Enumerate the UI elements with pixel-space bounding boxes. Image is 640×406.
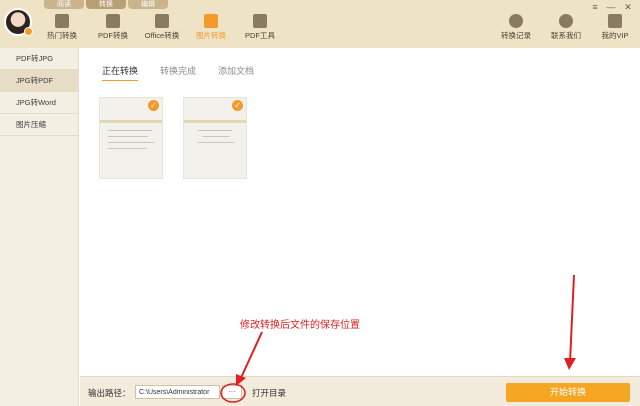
star-icon bbox=[55, 14, 69, 28]
output-path-input[interactable] bbox=[135, 385, 220, 399]
browse-button[interactable]: ··· bbox=[222, 385, 242, 399]
thumb-band bbox=[100, 120, 162, 123]
tool-label: 联系我们 bbox=[551, 31, 581, 40]
tool-history[interactable]: 转换记录 bbox=[491, 14, 541, 46]
file-thumbnail[interactable]: ✓ bbox=[99, 97, 163, 179]
close-icon[interactable]: ✕ bbox=[623, 2, 633, 13]
tool-hot-convert[interactable]: 热门转换 bbox=[37, 14, 87, 46]
tab-converting[interactable]: 正在转换 bbox=[102, 64, 139, 81]
sidebar-item-image-compress[interactable]: 图片压缩 bbox=[0, 114, 78, 136]
main-panel: 正在转换 转换完成 添加文档 ✓ ✓ bbox=[80, 48, 640, 376]
headset-icon bbox=[559, 14, 573, 28]
mode-tabs: 阅读 转换 编辑 bbox=[44, 0, 170, 9]
thumb-line bbox=[198, 130, 232, 131]
file-thumbnail[interactable]: ✓ bbox=[183, 97, 247, 179]
tool-label: PDF工具 bbox=[245, 31, 275, 40]
annotation-text: 修改转换后文件的保存位置 bbox=[240, 320, 360, 331]
tool-label: PDF转换 bbox=[98, 31, 128, 40]
crown-icon bbox=[608, 14, 622, 28]
thumb-line bbox=[108, 130, 152, 131]
tool-vip[interactable]: 我的VIP bbox=[590, 14, 640, 46]
image-icon bbox=[204, 14, 218, 28]
check-icon[interactable]: ✓ bbox=[148, 100, 159, 111]
tab-completed[interactable]: 转换完成 bbox=[160, 64, 196, 81]
tool-label: 图片转换 bbox=[196, 31, 226, 40]
minimize-icon[interactable]: — bbox=[606, 2, 616, 12]
mode-tab-edit[interactable]: 编辑 bbox=[128, 0, 168, 9]
tool-label: 我的VIP bbox=[601, 31, 629, 40]
tool-office-convert[interactable]: Office转换 bbox=[137, 14, 187, 46]
thumb-line bbox=[108, 142, 154, 143]
mode-tab-read[interactable]: 阅读 bbox=[44, 0, 84, 9]
output-path-label: 输出路径： bbox=[88, 388, 131, 398]
sidebar: PDF转JPG JPG转PDF JPG转Word 图片压缩 bbox=[0, 48, 79, 406]
sidebar-item-jpg-to-word[interactable]: JPG转Word bbox=[0, 92, 78, 114]
tool-pdf-convert[interactable]: PDF转换 bbox=[88, 14, 138, 46]
sidebar-item-jpg-to-pdf[interactable]: JPG转PDF bbox=[0, 70, 78, 92]
office-icon bbox=[155, 14, 169, 28]
thumb-line bbox=[108, 136, 148, 137]
tool-label: 转换记录 bbox=[501, 31, 531, 40]
menu-icon[interactable]: ≡ bbox=[590, 2, 600, 12]
thumb-line bbox=[108, 148, 146, 149]
thumb-line bbox=[198, 142, 234, 143]
tool-pdf-tools[interactable]: PDF工具 bbox=[235, 14, 285, 46]
tool-contact[interactable]: 联系我们 bbox=[541, 14, 591, 46]
avatar-badge-icon bbox=[24, 27, 33, 36]
avatar[interactable] bbox=[4, 8, 33, 36]
sidebar-item-pdf-to-jpg[interactable]: PDF转JPG bbox=[0, 48, 78, 70]
toolbox-icon bbox=[253, 14, 267, 28]
tool-image-convert[interactable]: 图片转换 bbox=[186, 14, 236, 46]
bottom-bar: 输出路径： ··· 打开目录 开始转换 bbox=[80, 376, 640, 406]
start-convert-button[interactable]: 开始转换 bbox=[506, 383, 630, 402]
open-directory-link[interactable]: 打开目录 bbox=[252, 387, 286, 399]
clock-icon bbox=[509, 14, 523, 28]
check-icon[interactable]: ✓ bbox=[232, 100, 243, 111]
convert-tabs: 正在转换 转换完成 添加文档 bbox=[102, 64, 276, 81]
pdf-icon bbox=[106, 14, 120, 28]
thumb-line bbox=[202, 136, 230, 137]
mode-tab-convert[interactable]: 转换 bbox=[86, 0, 126, 9]
thumb-band bbox=[184, 120, 246, 123]
tool-label: Office转换 bbox=[144, 31, 180, 40]
top-toolbar: 阅读 转换 编辑 热门转换 PDF转换 Office转换 图片转换 PDF工具 … bbox=[0, 0, 640, 48]
tab-add-document[interactable]: 添加文档 bbox=[218, 64, 254, 81]
tool-label: 热门转换 bbox=[47, 31, 77, 40]
